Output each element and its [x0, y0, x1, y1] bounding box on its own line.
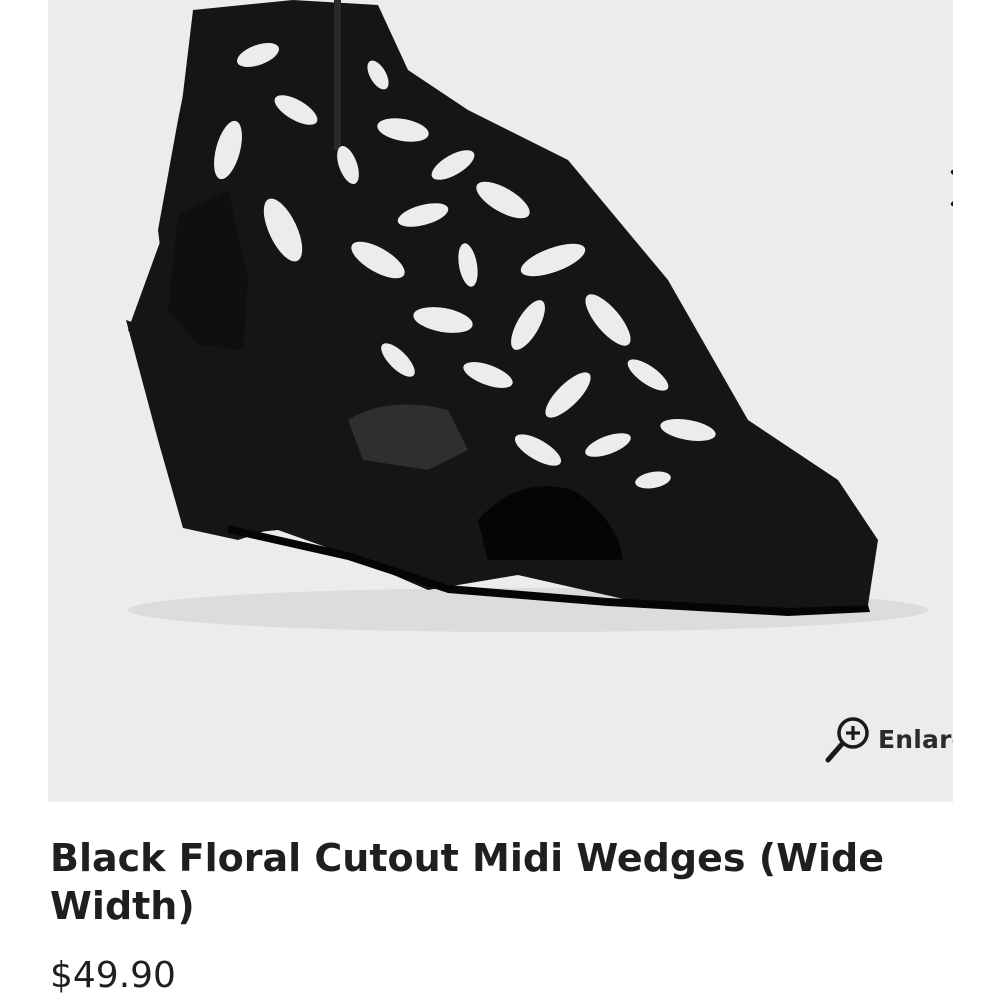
product-photo[interactable] [48, 0, 953, 802]
enlarge-button[interactable]: Enlarge [822, 712, 953, 766]
product-price: $49.90 [50, 955, 176, 996]
chevron-right-icon[interactable] [938, 160, 953, 216]
product-image-gallery[interactable]: Enlarge [48, 0, 953, 802]
magnifier-plus-icon [825, 717, 869, 763]
product-title: Black Floral Cutout Midi Wedges (Wide Wi… [50, 836, 884, 928]
enlarge-label: Enlarge [878, 724, 953, 754]
product-page: Enlarge Black Floral Cutout Midi Wedges … [0, 0, 1000, 1000]
